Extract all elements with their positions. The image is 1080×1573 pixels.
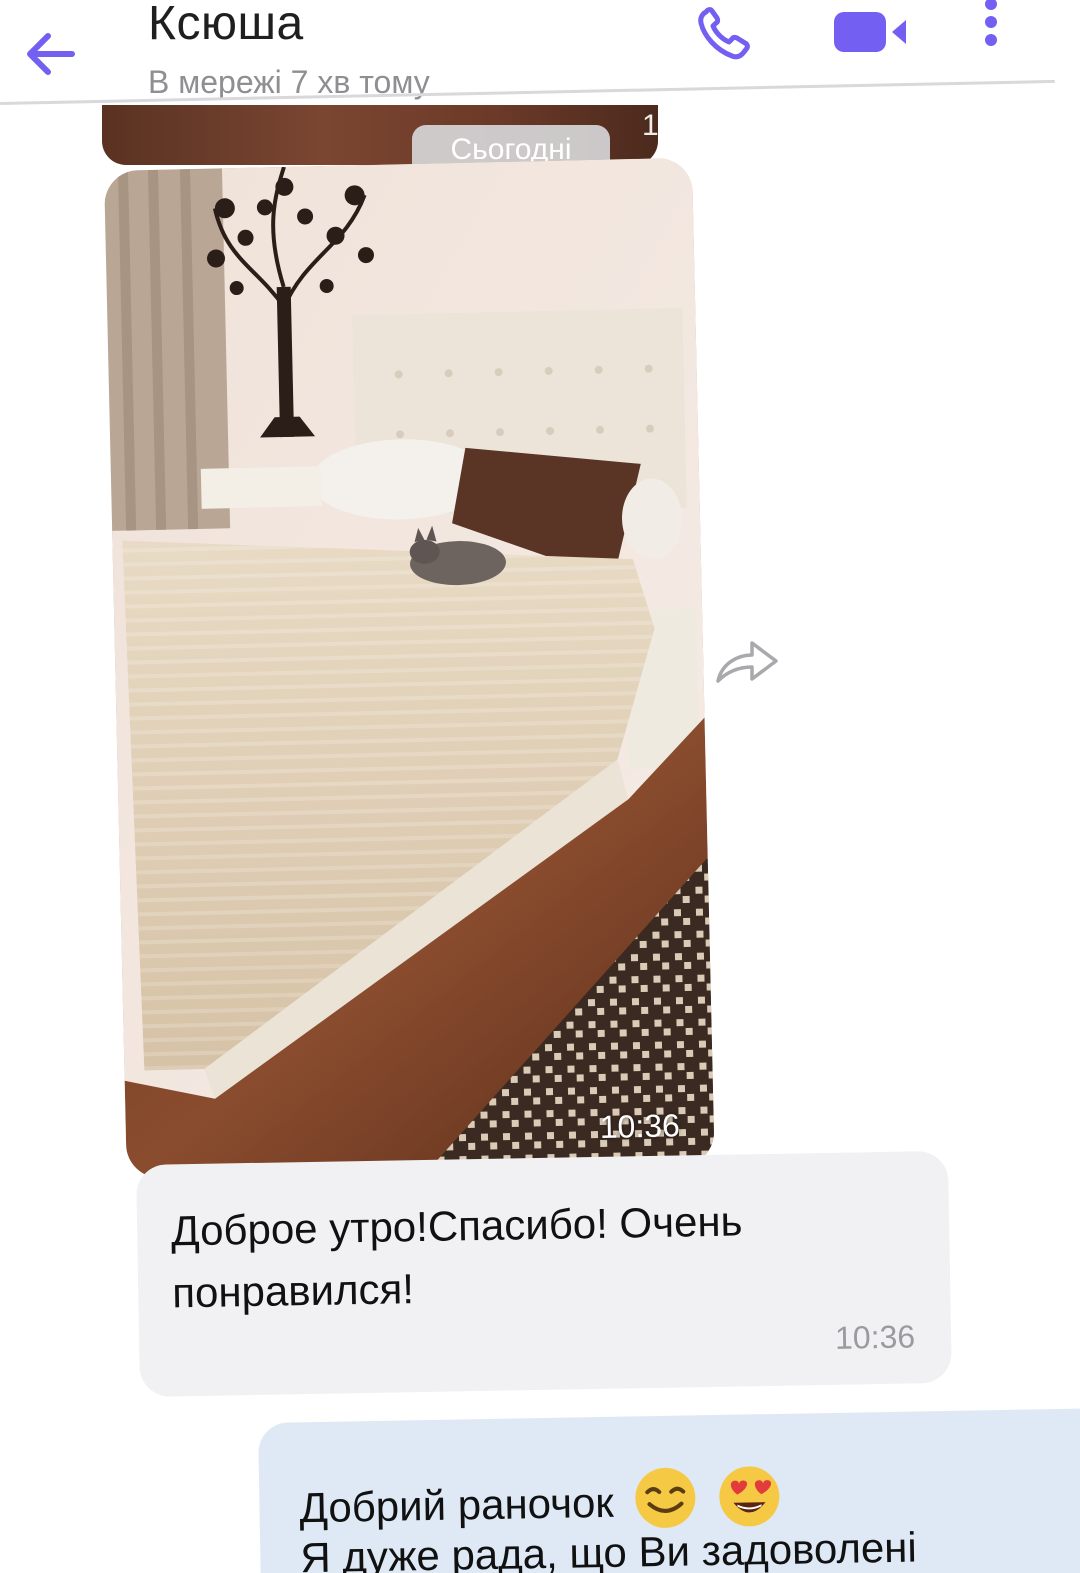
message-time: 10:36	[642, 109, 658, 142]
more-options-button[interactable]	[974, 0, 1008, 54]
smiling-face-icon	[635, 1467, 696, 1528]
incoming-message-bubble[interactable]: Доброе утро!Спасибо! Очень понравился! 1…	[136, 1150, 952, 1397]
share-button[interactable]	[712, 635, 782, 691]
share-arrow-icon	[716, 641, 778, 683]
video-camera-icon	[834, 12, 906, 52]
back-button[interactable]	[22, 24, 82, 84]
outgoing-message-bubble[interactable]: Добрий раночок Я дуже рада, що Ви задово…	[258, 1408, 1080, 1573]
bedroom-photo	[104, 157, 715, 1179]
message-text: Доброе утро!Спасибо! Очень понравился!	[170, 1197, 743, 1317]
message-time: 10:36	[834, 1318, 916, 1356]
phone-icon	[698, 7, 750, 60]
heart-eyes-face-icon	[718, 1466, 779, 1527]
message-text-line: Добрий раночок	[299, 1464, 782, 1536]
photo-message[interactable]: 10:36	[104, 157, 715, 1179]
arrow-left-icon	[27, 33, 75, 75]
more-vertical-icon	[985, 0, 997, 46]
contact-name[interactable]: Ксюша	[148, 0, 304, 51]
video-call-button[interactable]	[830, 8, 912, 56]
message-text: Добрий раночок	[299, 1478, 615, 1532]
chat-area[interactable]: 10:36 Сьогодні	[0, 105, 1080, 1573]
call-button[interactable]	[694, 6, 754, 62]
message-time: 10:36	[599, 1107, 681, 1145]
